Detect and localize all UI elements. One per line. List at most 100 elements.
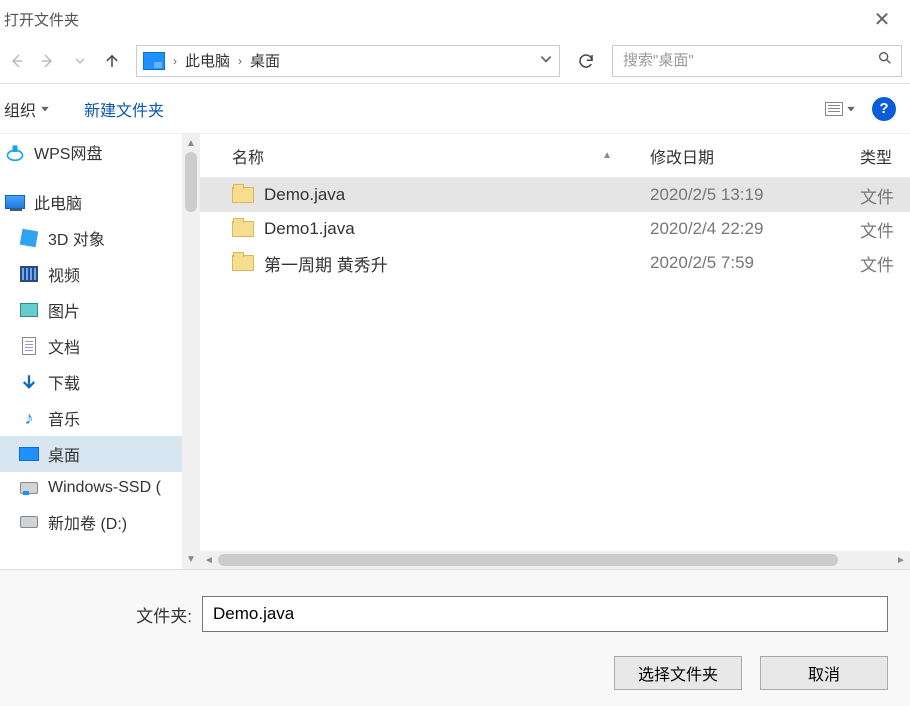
arrow-right-icon bbox=[39, 52, 57, 70]
window-title: 打开文件夹 bbox=[4, 9, 79, 30]
scrollbar-thumb[interactable] bbox=[218, 554, 838, 566]
sidebar-item[interactable]: ♪ 音乐 bbox=[0, 400, 182, 436]
sidebar-item[interactable]: 3D 对象 bbox=[0, 220, 182, 256]
file-horizontal-scrollbar[interactable]: ◄ ► bbox=[200, 551, 910, 569]
arrow-up-icon bbox=[103, 52, 121, 70]
forward-button[interactable] bbox=[36, 49, 60, 73]
file-row[interactable]: Demo1.java 2020/2/4 22:29文件 bbox=[200, 212, 910, 246]
chevron-down-icon bbox=[40, 104, 50, 114]
new-folder-button[interactable]: 新建文件夹 bbox=[80, 93, 168, 125]
file-type: 文件 bbox=[850, 251, 910, 276]
help-icon: ? bbox=[879, 100, 888, 117]
file-name: 第一周期 黄秀升 bbox=[264, 251, 388, 276]
sidebar-item[interactable]: 图片 bbox=[0, 292, 182, 328]
scrollbar-thumb[interactable] bbox=[185, 152, 197, 212]
sidebar-item-label: 文档 bbox=[48, 334, 80, 358]
location-icon bbox=[143, 52, 165, 70]
organize-menu[interactable]: 组织 bbox=[0, 93, 54, 125]
scroll-down-icon: ▼ bbox=[182, 554, 200, 565]
address-bar[interactable]: › 此电脑 › 桌面 bbox=[136, 45, 560, 77]
close-button[interactable]: ✕ bbox=[862, 7, 902, 32]
folder-icon bbox=[232, 255, 254, 271]
chevron-down-icon bbox=[846, 104, 856, 114]
file-name: Demo.java bbox=[264, 185, 345, 205]
view-icon bbox=[825, 102, 843, 116]
file-header: 名称 ▲ 修改日期 类型 bbox=[200, 134, 910, 178]
sidebar-item[interactable]: Windows-SSD ( bbox=[0, 472, 182, 504]
sidebar-item-label: 下载 bbox=[48, 370, 80, 394]
sidebar-item-label: WPS网盘 bbox=[34, 140, 102, 164]
sidebar-item[interactable]: 此电脑 bbox=[0, 184, 182, 220]
pic-icon bbox=[18, 300, 40, 320]
sidebar-item-label: Windows-SSD ( bbox=[48, 479, 161, 497]
column-date-header[interactable]: 修改日期 bbox=[640, 144, 850, 168]
column-name-label: 名称 bbox=[232, 144, 264, 168]
file-row[interactable]: 第一周期 黄秀升2020/2/5 7:59文件 bbox=[200, 246, 910, 280]
sidebar-item[interactable]: 桌面 bbox=[0, 436, 182, 472]
cancel-button[interactable]: 取消 bbox=[760, 656, 888, 690]
breadcrumb-desktop[interactable]: 桌面 bbox=[250, 50, 280, 71]
file-row[interactable]: Demo.java 2020/2/5 13:19文件 bbox=[200, 178, 910, 212]
wps-icon bbox=[4, 142, 26, 162]
refresh-icon bbox=[577, 52, 595, 70]
file-name: Demo1.java bbox=[264, 219, 355, 239]
sidebar-item-label: 3D 对象 bbox=[48, 226, 105, 250]
organize-label: 组织 bbox=[4, 97, 36, 121]
search-input[interactable] bbox=[621, 51, 877, 70]
toolbar: 组织 新建文件夹 ? bbox=[0, 84, 910, 134]
main-area: WPS网盘此电脑 3D 对象视频图片文档下载 ♪ 音乐桌面 Windows-SSD ( 新… bbox=[0, 134, 910, 569]
address-dropdown[interactable] bbox=[539, 52, 553, 70]
sidebar: WPS网盘此电脑 3D 对象视频图片文档下载 ♪ 音乐桌面 Windows-SSD ( 新… bbox=[0, 134, 200, 569]
file-date: 2020/2/4 22:29 bbox=[640, 219, 850, 239]
sidebar-item[interactable]: 文档 bbox=[0, 328, 182, 364]
3d-icon bbox=[18, 228, 40, 248]
sidebar-scrollbar[interactable]: ▲ ▼ bbox=[182, 134, 200, 569]
file-pane: 名称 ▲ 修改日期 类型 Demo.java2020/2/5 13:19文件De… bbox=[200, 134, 910, 569]
sidebar-item-label: 视频 bbox=[48, 262, 80, 286]
music-icon: ♪ bbox=[18, 408, 40, 428]
up-button[interactable] bbox=[100, 49, 124, 73]
breadcrumb-pc[interactable]: 此电脑 bbox=[185, 50, 230, 71]
file-date: 2020/2/5 13:19 bbox=[640, 185, 850, 205]
recent-dropdown[interactable] bbox=[68, 49, 92, 73]
address-row: › 此电脑 › 桌面 bbox=[0, 38, 910, 84]
help-button[interactable]: ? bbox=[872, 97, 896, 121]
sidebar-item[interactable]: 视频 bbox=[0, 256, 182, 292]
ssd-icon bbox=[18, 478, 40, 498]
sidebar-item[interactable]: WPS网盘 bbox=[0, 134, 182, 170]
video-icon bbox=[18, 264, 40, 284]
back-button[interactable] bbox=[4, 49, 28, 73]
sidebar-item[interactable]: 下载 bbox=[0, 364, 182, 400]
folder-icon bbox=[232, 187, 254, 203]
sidebar-item-label: 桌面 bbox=[48, 442, 80, 466]
chevron-down-icon bbox=[74, 55, 86, 67]
refresh-button[interactable] bbox=[568, 45, 604, 77]
search-box[interactable] bbox=[612, 45, 902, 77]
sidebar-item-label: 此电脑 bbox=[34, 190, 82, 214]
title-bar: 打开文件夹 ✕ bbox=[0, 0, 910, 38]
file-type: 文件 bbox=[850, 183, 910, 208]
scroll-right-icon: ► bbox=[892, 555, 910, 566]
chevron-right-icon: › bbox=[173, 54, 177, 68]
file-type: 文件 bbox=[850, 217, 910, 242]
folder-icon bbox=[232, 221, 254, 237]
column-type-header[interactable]: 类型 bbox=[850, 144, 910, 168]
scroll-left-icon: ◄ bbox=[200, 555, 218, 566]
new-folder-label: 新建文件夹 bbox=[84, 97, 164, 121]
column-name-header[interactable]: 名称 ▲ bbox=[200, 144, 640, 168]
chevron-down-icon bbox=[539, 52, 553, 66]
footer: 文件夹: 选择文件夹 取消 bbox=[0, 569, 910, 706]
select-folder-button[interactable]: 选择文件夹 bbox=[614, 656, 742, 690]
folder-name-input[interactable] bbox=[202, 596, 888, 632]
dl-icon bbox=[18, 372, 40, 392]
close-icon: ✕ bbox=[874, 9, 891, 31]
doc-icon bbox=[18, 336, 40, 356]
folder-field-label: 文件夹: bbox=[22, 602, 192, 627]
view-mode-button[interactable] bbox=[825, 102, 856, 116]
sidebar-item[interactable]: 新加卷 (D:) bbox=[0, 504, 182, 540]
sort-indicator-icon: ▲ bbox=[602, 150, 612, 161]
search-icon bbox=[877, 50, 893, 71]
desktop-icon bbox=[18, 444, 40, 464]
arrow-left-icon bbox=[7, 52, 25, 70]
sidebar-item-label: 音乐 bbox=[48, 406, 80, 430]
